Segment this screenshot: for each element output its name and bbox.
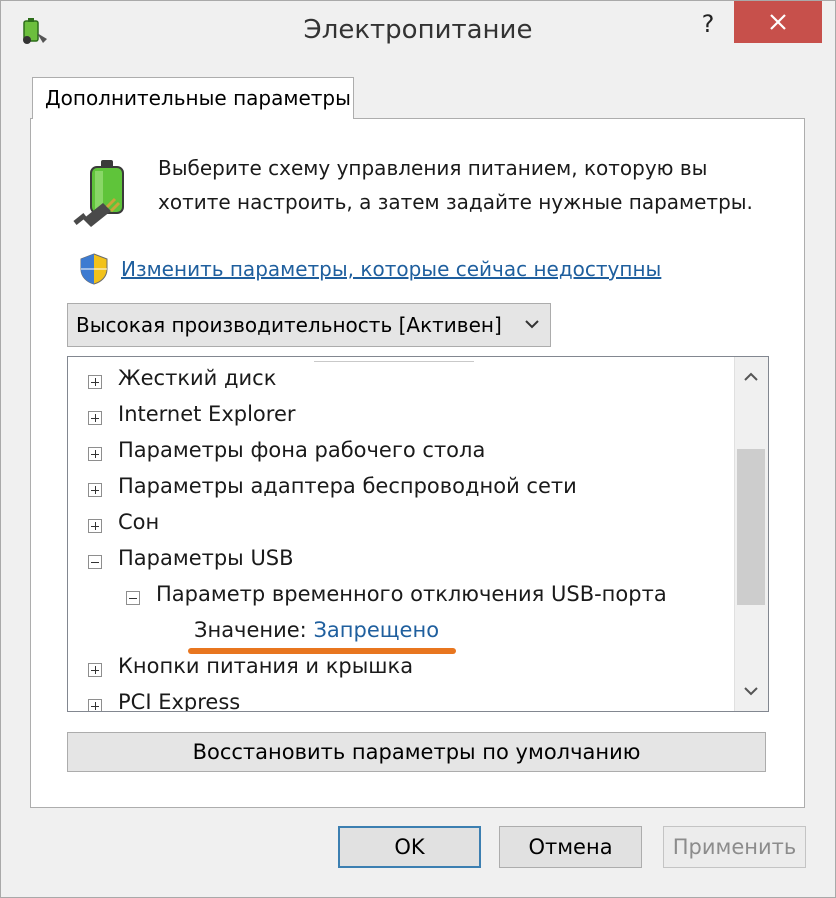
chevron-down-icon xyxy=(525,320,539,329)
tree-item-internet-explorer[interactable]: Internet Explorer xyxy=(118,402,296,426)
expand-icon[interactable] xyxy=(88,519,102,533)
expand-icon[interactable] xyxy=(88,663,102,677)
change-unavailable-settings-link[interactable]: Изменить параметры, которые сейчас недос… xyxy=(121,257,661,281)
setting-value-row: Значение: Запрещено xyxy=(194,618,439,642)
setting-value-dropdown[interactable]: Запрещено xyxy=(313,618,439,642)
power-options-dialog: Электропитание ? Дополнительные параметр… xyxy=(0,0,836,898)
collapse-icon[interactable] xyxy=(126,591,140,605)
battery-plug-icon xyxy=(73,160,124,227)
tree-item-usb-selective-suspend[interactable]: Параметр временного отключения USB-порта xyxy=(156,582,667,606)
expand-icon[interactable] xyxy=(88,375,102,389)
power-plan-select[interactable]: Высокая производительность [Активен] xyxy=(67,303,551,347)
tree-item-power-buttons[interactable]: Кнопки питания и крышка xyxy=(118,654,413,678)
intro-line-1: Выберите схему управления питанием, кото… xyxy=(158,156,708,180)
tree-item-pci-express[interactable]: PCI Express xyxy=(118,690,240,711)
advanced-settings-tree[interactable]: Жесткий диск Internet Explorer Параметры… xyxy=(67,356,769,712)
tree-scrollbar[interactable] xyxy=(734,357,768,711)
collapse-icon[interactable] xyxy=(88,555,102,569)
power-plan-select-value: Высокая производительность [Активен] xyxy=(76,313,502,337)
expand-icon[interactable] xyxy=(88,483,102,497)
scrollbar-thumb[interactable] xyxy=(737,449,765,605)
tree-item-desktop-background[interactable]: Параметры фона рабочего стола xyxy=(118,438,485,462)
tree-item-sleep[interactable]: Сон xyxy=(118,510,159,534)
title-bar[interactable]: Электропитание ? xyxy=(1,1,835,63)
tree-item-hard-disk[interactable]: Жесткий диск xyxy=(118,366,276,390)
cancel-button[interactable]: Отмена xyxy=(499,826,642,868)
tab-advanced-settings[interactable]: Дополнительные параметры xyxy=(32,77,354,119)
close-button[interactable] xyxy=(734,1,822,43)
close-icon xyxy=(770,14,786,30)
expand-icon[interactable] xyxy=(88,411,102,425)
uac-shield-icon xyxy=(80,253,108,285)
tree-item-usb-settings[interactable]: Параметры USB xyxy=(118,546,294,570)
tree-divider xyxy=(314,361,474,362)
intro-text: Выберите схему управления питанием, кото… xyxy=(158,151,753,219)
tree-item-wireless-adapter[interactable]: Параметры адаптера беспроводной сети xyxy=(118,474,577,498)
expand-icon[interactable] xyxy=(88,699,102,711)
expand-icon[interactable] xyxy=(88,447,102,461)
intro-line-2: хотите настроить, а затем задайте нужные… xyxy=(158,190,753,214)
scroll-down-icon[interactable] xyxy=(743,685,759,697)
help-button[interactable]: ? xyxy=(691,7,725,41)
scroll-up-icon[interactable] xyxy=(743,371,759,383)
setting-value-label: Значение: xyxy=(194,618,307,642)
apply-button[interactable]: Применить xyxy=(663,826,806,868)
restore-defaults-button[interactable]: Восстановить параметры по умолчанию xyxy=(67,732,766,772)
ok-button[interactable]: OK xyxy=(338,826,481,868)
